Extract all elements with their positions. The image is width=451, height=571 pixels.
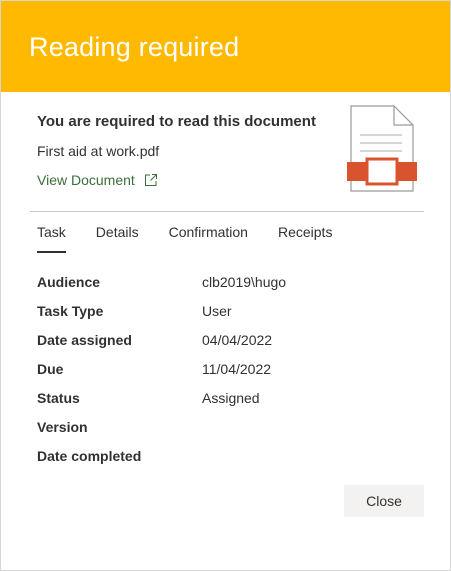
field-value: 11/04/2022 bbox=[202, 361, 272, 377]
dialog-title: Reading required bbox=[29, 32, 240, 62]
field-label: Version bbox=[37, 419, 88, 435]
field-value: 04/04/2022 bbox=[202, 332, 273, 348]
field-row-status: Status Assigned bbox=[37, 390, 417, 410]
close-button[interactable]: Close bbox=[344, 485, 424, 517]
field-row-audience: Audience clb2019\hugo bbox=[37, 274, 417, 294]
field-row-task-type: Task Type User bbox=[37, 303, 417, 323]
field-label: Date assigned bbox=[37, 332, 132, 348]
field-label: Due bbox=[37, 361, 64, 377]
field-row-version: Version bbox=[37, 419, 417, 439]
tab-confirmation[interactable]: Confirmation bbox=[169, 223, 248, 253]
pdf-file-icon bbox=[346, 105, 418, 193]
tab-details[interactable]: Details bbox=[96, 223, 139, 253]
tab-bar: Task Details Confirmation Receipts bbox=[37, 223, 362, 253]
field-label: Status bbox=[37, 390, 80, 406]
view-document-link[interactable]: View Document bbox=[37, 172, 158, 188]
field-value: clb2019\hugo bbox=[202, 274, 287, 290]
field-label: Audience bbox=[37, 274, 101, 290]
document-requirement-heading: You are required to read this document bbox=[37, 113, 316, 130]
field-label: Date completed bbox=[37, 448, 142, 464]
view-document-label: View Document bbox=[37, 172, 135, 188]
field-label: Task Type bbox=[37, 303, 104, 319]
document-filename: First aid at work.pdf bbox=[37, 143, 160, 159]
dialog-header: Reading required bbox=[1, 1, 450, 92]
tab-receipts[interactable]: Receipts bbox=[278, 223, 332, 253]
field-row-date-assigned: Date assigned 04/04/2022 bbox=[37, 332, 417, 352]
section-divider bbox=[30, 211, 424, 212]
reading-required-dialog: Reading required You are required to rea… bbox=[0, 0, 451, 571]
field-value: User bbox=[202, 303, 232, 319]
field-row-date-completed: Date completed bbox=[37, 448, 417, 468]
field-row-due: Due 11/04/2022 bbox=[37, 361, 417, 381]
tab-task[interactable]: Task bbox=[37, 223, 66, 253]
field-value: Assigned bbox=[202, 390, 260, 406]
open-external-icon bbox=[144, 173, 158, 187]
